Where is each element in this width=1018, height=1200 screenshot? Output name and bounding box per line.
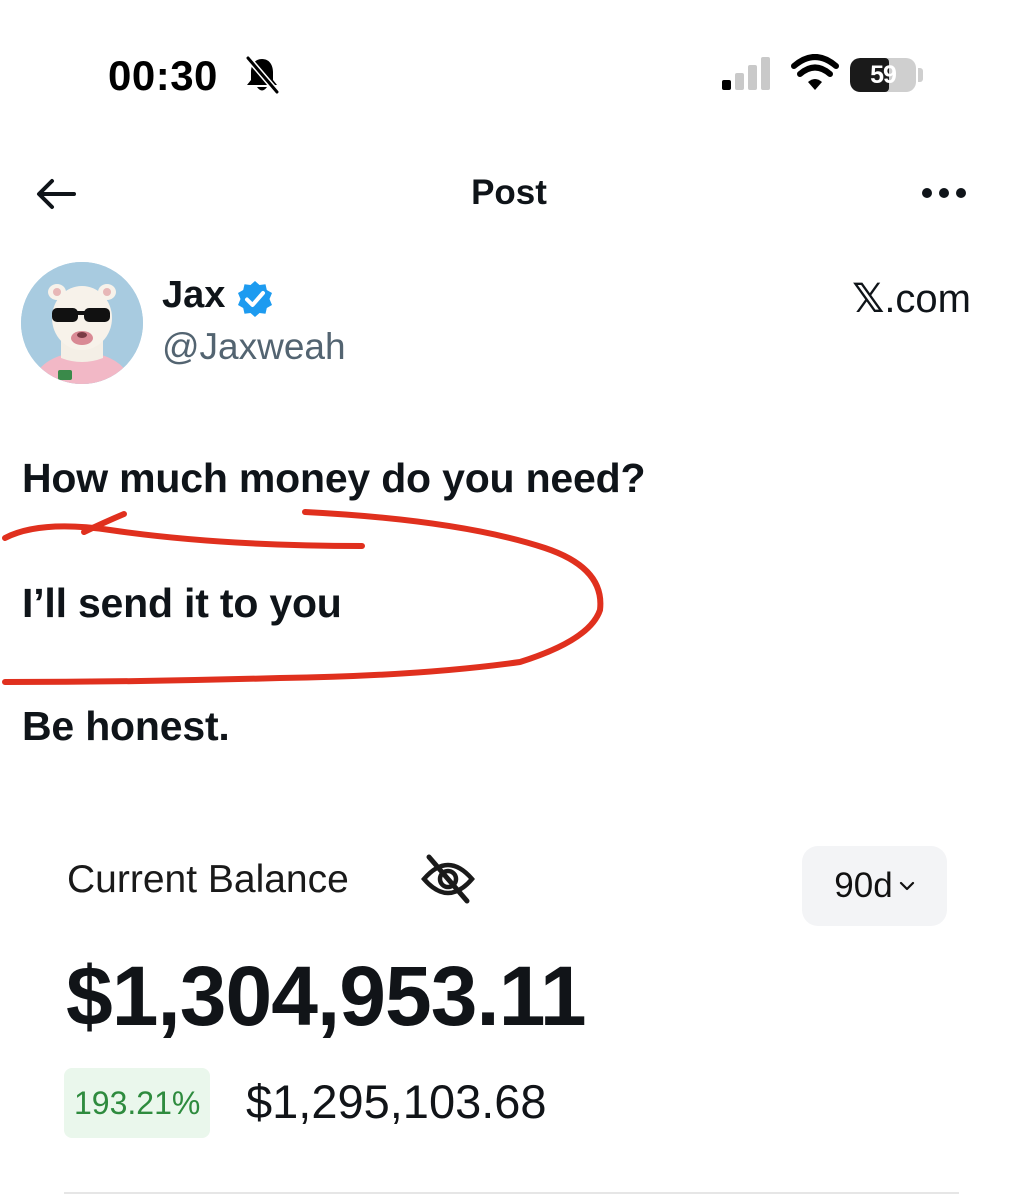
post-text-line: I’ll send it to you (22, 580, 342, 626)
change-amount: $1,295,103.68 (246, 1075, 547, 1128)
avatar-image (21, 262, 143, 384)
screen: 00:30 59 Post Jax @Jaxweah 𝕏.com How muc… (0, 0, 1018, 1200)
battery-cap (918, 68, 923, 82)
balance-label: Current Balance (67, 858, 349, 901)
change-percent: 193.21% (74, 1084, 201, 1121)
avatar[interactable] (21, 262, 143, 384)
status-time: 00:30 (108, 52, 218, 99)
source-brand: 𝕏.com (852, 276, 971, 322)
page-title: Post (471, 173, 547, 212)
bell-slash-icon (245, 55, 280, 94)
divider (64, 1192, 959, 1194)
wifi-icon (791, 54, 839, 90)
author-handle[interactable]: @Jaxweah (162, 326, 346, 368)
period-value: 90d (834, 866, 893, 905)
source-brand-suffix: .com (884, 277, 971, 321)
eye-slash-icon[interactable] (420, 853, 476, 905)
x-logo-mark: 𝕏 (852, 276, 885, 322)
period-select[interactable]: 90d (802, 846, 947, 926)
signal-icon (722, 57, 770, 90)
author-name[interactable]: Jax (162, 274, 225, 317)
battery-level: 59 (870, 60, 897, 89)
more-icon[interactable] (920, 186, 968, 200)
battery-icon: 59 (850, 58, 916, 92)
post-text-line: Be honest. (22, 703, 230, 749)
balance-amount: $1,304,953.11 (66, 949, 587, 1043)
verified-badge-icon (238, 281, 272, 317)
post-text-line: How much money do you need? (22, 455, 646, 501)
change-badge: 193.21% (64, 1068, 211, 1138)
chevron-down-icon (899, 881, 914, 891)
